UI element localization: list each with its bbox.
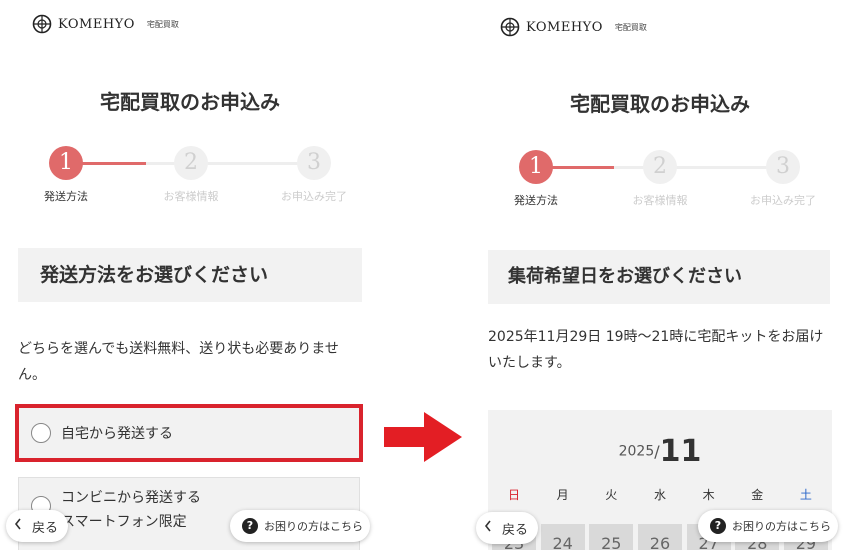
step-number: 3 bbox=[297, 146, 331, 180]
step-1: 1 発送方法 bbox=[486, 150, 586, 208]
step-2: 2 お客様情報 bbox=[610, 150, 710, 208]
weekday-label: 水 bbox=[653, 488, 666, 502]
progress-stepper: 1 発送方法 2 お客様情報 3 お申込み完了 bbox=[470, 150, 850, 210]
question-icon: ? bbox=[710, 518, 726, 534]
progress-stepper: 1 発送方法 2 お客様情報 3 お申込み完了 bbox=[0, 146, 380, 206]
step-label: お申込み完了 bbox=[750, 194, 816, 207]
screen-pickup-date: KOMEHYO 宅配買取 宅配買取のお申込み 1 発送方法 2 お客様情報 3 … bbox=[470, 0, 850, 550]
back-button[interactable]: 戻る bbox=[476, 512, 538, 544]
step-number: 2 bbox=[174, 146, 208, 180]
calendar-day[interactable]: 26 bbox=[637, 524, 682, 550]
step-3: 3 お申込み完了 bbox=[264, 146, 364, 204]
back-button[interactable]: 戻る bbox=[6, 510, 68, 542]
option-ship-from-home[interactable]: 自宅から発送する bbox=[15, 404, 363, 462]
arrow-right-icon bbox=[384, 412, 462, 462]
step-number: 3 bbox=[766, 150, 800, 184]
section-title: 集荷希望日をお選びください bbox=[488, 250, 830, 304]
weekday-label: 土 bbox=[799, 488, 812, 502]
back-label: 戻る bbox=[502, 522, 529, 538]
weekday-label: 月 bbox=[556, 488, 569, 502]
step-label: 発送方法 bbox=[44, 190, 88, 203]
komehyo-logo-icon bbox=[500, 17, 520, 37]
weekday-label: 木 bbox=[702, 488, 715, 502]
option-label: コンビニから発送する bbox=[61, 490, 201, 506]
back-label: 戻る bbox=[32, 520, 59, 536]
step-label: お客様情報 bbox=[163, 190, 219, 203]
calendar-day[interactable]: 24 bbox=[540, 524, 585, 550]
calendar-day[interactable]: 25 bbox=[589, 524, 634, 550]
help-button[interactable]: ? お困りの方はこちら bbox=[230, 510, 370, 542]
delivery-description: 2025年11月29日 19時〜21時に宅配キットをお届けいたします。 bbox=[488, 329, 824, 371]
step-label: お申込み完了 bbox=[281, 190, 347, 203]
brand-name: KOMEHYO bbox=[58, 16, 135, 32]
step-3: 3 お申込み完了 bbox=[733, 150, 833, 208]
screen-shipping-method: KOMEHYO 宅配買取 宅配買取のお申込み 1 発送方法 2 お客様情報 3 … bbox=[0, 0, 380, 550]
calendar-year: 2025 bbox=[618, 443, 655, 460]
brand-logo[interactable]: KOMEHYO 宅配買取 bbox=[32, 14, 179, 34]
help-label: お困りの方はこちら bbox=[732, 520, 831, 533]
komehyo-logo-icon bbox=[32, 14, 52, 34]
step-label: お客様情報 bbox=[632, 194, 688, 207]
step-label: 発送方法 bbox=[514, 194, 558, 207]
help-label: お困りの方はこちら bbox=[264, 520, 363, 533]
brand-logo[interactable]: KOMEHYO 宅配買取 bbox=[500, 17, 647, 37]
step-number: 1 bbox=[519, 150, 553, 184]
radio-icon[interactable] bbox=[31, 423, 51, 443]
help-button[interactable]: ? お困りの方はこちら bbox=[698, 510, 838, 542]
weekday-label: 火 bbox=[605, 488, 618, 502]
calendar-month-header: 2025/11 bbox=[488, 434, 832, 469]
page-title: 宅配買取のお申込み bbox=[570, 92, 750, 116]
chevron-left-icon bbox=[14, 518, 22, 534]
section-title: 発送方法をお選びください bbox=[18, 248, 362, 302]
page-title: 宅配買取のお申込み bbox=[100, 90, 280, 114]
chevron-left-icon bbox=[484, 520, 492, 536]
calendar-weekdays: 日 月 火 水 木 金 土 bbox=[494, 486, 826, 503]
shipping-description: どちらを選んでも送料無料、送り状も必要ありません。 bbox=[18, 341, 339, 383]
option-sublabel: スマートフォン限定 bbox=[61, 514, 187, 530]
step-number: 2 bbox=[643, 150, 677, 184]
brand-sub: 宅配買取 bbox=[146, 19, 179, 29]
weekday-label: 日 bbox=[507, 488, 520, 502]
option-label: 自宅から発送する bbox=[61, 426, 173, 442]
question-icon: ? bbox=[242, 518, 258, 534]
brand-sub: 宅配買取 bbox=[614, 22, 647, 32]
weekday-label: 金 bbox=[751, 488, 764, 502]
step-2: 2 お客様情報 bbox=[141, 146, 241, 204]
brand-name: KOMEHYO bbox=[526, 19, 603, 35]
step-number: 1 bbox=[49, 146, 83, 180]
step-1: 1 発送方法 bbox=[16, 146, 116, 204]
calendar-month: 11 bbox=[659, 434, 702, 469]
